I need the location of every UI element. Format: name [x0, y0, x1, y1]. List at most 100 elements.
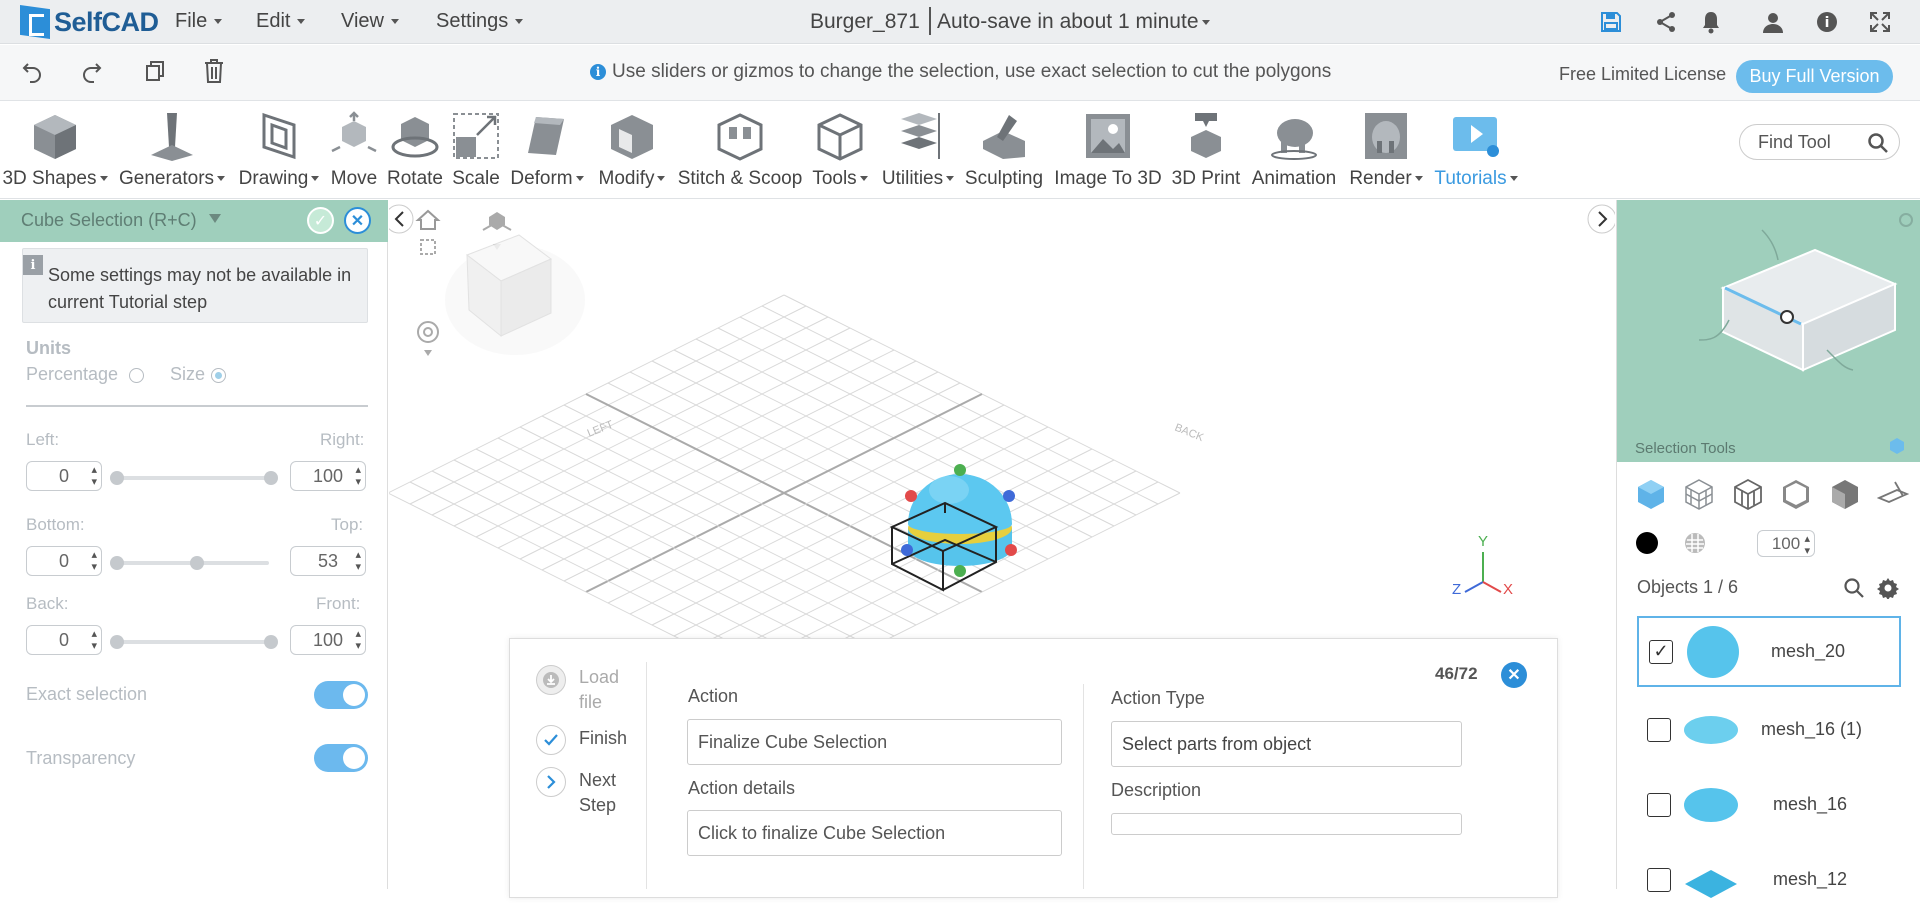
tool-animation[interactable]: Animation	[1246, 102, 1342, 199]
unit-size-radio[interactable]	[211, 368, 226, 383]
hint-text: Use sliders or gizmos to change the sele…	[612, 61, 1332, 82]
object-row[interactable]: mesh_12	[1637, 844, 1901, 915]
menu-edit[interactable]: Edit	[256, 10, 305, 33]
object-checkbox[interactable]: ✓	[1649, 639, 1673, 664]
search-objects-icon[interactable]	[1843, 577, 1865, 604]
vertex-select-icon[interactable]	[1829, 478, 1861, 518]
save-icon[interactable]	[1597, 8, 1625, 36]
right-stepper[interactable]: 100	[290, 461, 366, 491]
info-icon: i	[590, 64, 606, 80]
collapse-right-icon[interactable]	[1587, 204, 1615, 234]
tool-stitch-scoop[interactable]: Stitch & Scoop	[676, 102, 804, 199]
redo-icon[interactable]	[80, 59, 104, 88]
undo-icon[interactable]	[20, 59, 44, 88]
object-row[interactable]: mesh_16 (1)	[1637, 694, 1901, 765]
front-stepper[interactable]: 100	[290, 625, 366, 655]
transparency-toggle[interactable]	[314, 744, 368, 772]
object-row[interactable]: mesh_16	[1637, 769, 1901, 840]
object-row[interactable]: ✓ mesh_20	[1637, 616, 1901, 687]
back-stepper[interactable]: 0	[26, 625, 102, 655]
bottom-label: Bottom:	[26, 515, 85, 534]
left-right-slider-track	[113, 476, 274, 480]
orbit-icon[interactable]	[417, 321, 439, 356]
plane-select-icon[interactable]	[1876, 478, 1910, 518]
tool-render[interactable]: Render	[1344, 102, 1428, 199]
fit-view-icon[interactable]	[420, 239, 436, 255]
object-name: mesh_16	[1773, 794, 1848, 814]
tool-rotate[interactable]: Rotate	[384, 102, 446, 199]
tool-deform[interactable]: Deform	[506, 102, 588, 199]
top-slider-thumb[interactable]	[190, 556, 204, 570]
close-icon[interactable]: ✕	[344, 207, 371, 234]
left-stepper[interactable]: 0	[26, 461, 102, 491]
tool-generators[interactable]: Generators	[116, 102, 228, 199]
back-slider-thumb[interactable]	[110, 635, 124, 649]
move-icon	[328, 110, 380, 162]
notifications-icon[interactable]	[1697, 8, 1725, 36]
menu-view[interactable]: View	[341, 10, 399, 33]
object-select-icon[interactable]	[1635, 478, 1667, 518]
back-label: Back:	[26, 594, 69, 613]
color-swatch[interactable]	[1636, 532, 1658, 554]
tool-scale[interactable]: Scale	[448, 102, 504, 199]
search-icon[interactable]	[1867, 132, 1889, 159]
face-select-icon[interactable]	[1732, 478, 1764, 518]
help-icon[interactable]: i	[1813, 8, 1841, 36]
tool-3d-print[interactable]: 3D Print	[1168, 102, 1244, 199]
object-checkbox[interactable]	[1647, 717, 1671, 742]
fullscreen-icon[interactable]	[1866, 8, 1894, 36]
object-checkbox[interactable]	[1647, 792, 1671, 817]
find-tool-input[interactable]: Find Tool	[1739, 124, 1900, 160]
object-checkbox[interactable]	[1647, 867, 1671, 892]
front-slider-thumb[interactable]	[264, 635, 278, 649]
axis-z-label: Z	[1452, 581, 1461, 598]
right-slider-thumb[interactable]	[264, 471, 278, 485]
edge-select-icon[interactable]	[1780, 478, 1812, 518]
units-label: Units	[26, 338, 71, 358]
opacity-stepper[interactable]: 100	[1757, 530, 1815, 557]
confirm-icon[interactable]: ✓	[307, 207, 334, 234]
collapse-left-icon[interactable]	[389, 204, 414, 234]
selection-mode-bar	[1627, 478, 1917, 518]
copy-icon[interactable]	[143, 59, 167, 88]
user-icon[interactable]	[1759, 8, 1787, 36]
object-thumbnail	[1685, 869, 1737, 898]
tool-3d-shapes[interactable]: 3D Shapes	[2, 102, 108, 199]
document-name[interactable]: Burger_871	[810, 10, 920, 34]
tool-tutorials[interactable]: Tutorials	[1428, 102, 1524, 199]
tool-modify[interactable]: Modify	[592, 102, 672, 199]
bottom-slider-thumb[interactable]	[110, 556, 124, 570]
tutorial-warning: i Some settings may not be available in …	[22, 248, 368, 323]
tool-image-to-3d[interactable]: Image To 3D	[1050, 102, 1166, 199]
next-step-icon[interactable]	[536, 767, 566, 797]
object-settings-gear-icon[interactable]	[1877, 577, 1899, 604]
left-slider-thumb[interactable]	[110, 471, 124, 485]
tool-sculpting[interactable]: Sculpting	[962, 102, 1046, 199]
step-next[interactable]: Next Step	[579, 768, 629, 818]
bottom-stepper[interactable]: 0	[26, 546, 102, 576]
polygon-select-icon[interactable]	[1683, 478, 1715, 518]
generators-icon	[146, 110, 198, 162]
selfcad-logo[interactable]: SelfCAD	[20, 4, 159, 40]
selection-tools-toggle-icon[interactable]	[1887, 436, 1907, 461]
buy-full-version-button[interactable]: Buy Full Version	[1736, 60, 1893, 93]
tool-drawing[interactable]: Drawing	[236, 102, 322, 199]
home-view-icon[interactable]	[415, 209, 441, 230]
share-icon[interactable]	[1652, 8, 1680, 36]
autosave-status[interactable]: Auto-save in about 1 minute	[937, 10, 1210, 34]
action-type-field: Select parts from object	[1111, 721, 1462, 767]
tool-utilities[interactable]: Utilities	[876, 102, 960, 199]
panel-dropdown-icon[interactable]	[209, 214, 221, 223]
texture-icon[interactable]	[1684, 532, 1706, 559]
tool-move[interactable]: Move	[326, 102, 382, 199]
tool-tools[interactable]: Tools	[806, 102, 874, 199]
navigation-cube[interactable]	[445, 234, 585, 355]
unit-percentage-radio[interactable]	[129, 368, 144, 383]
exact-selection-toggle[interactable]	[314, 681, 368, 709]
tutorial-close-icon[interactable]: ✕	[1501, 662, 1527, 688]
unit-size-label: Size	[170, 364, 206, 384]
menu-settings[interactable]: Settings	[436, 10, 523, 33]
top-stepper[interactable]: 53	[290, 546, 366, 576]
menu-file[interactable]: File	[175, 10, 222, 33]
delete-icon[interactable]	[203, 58, 225, 89]
